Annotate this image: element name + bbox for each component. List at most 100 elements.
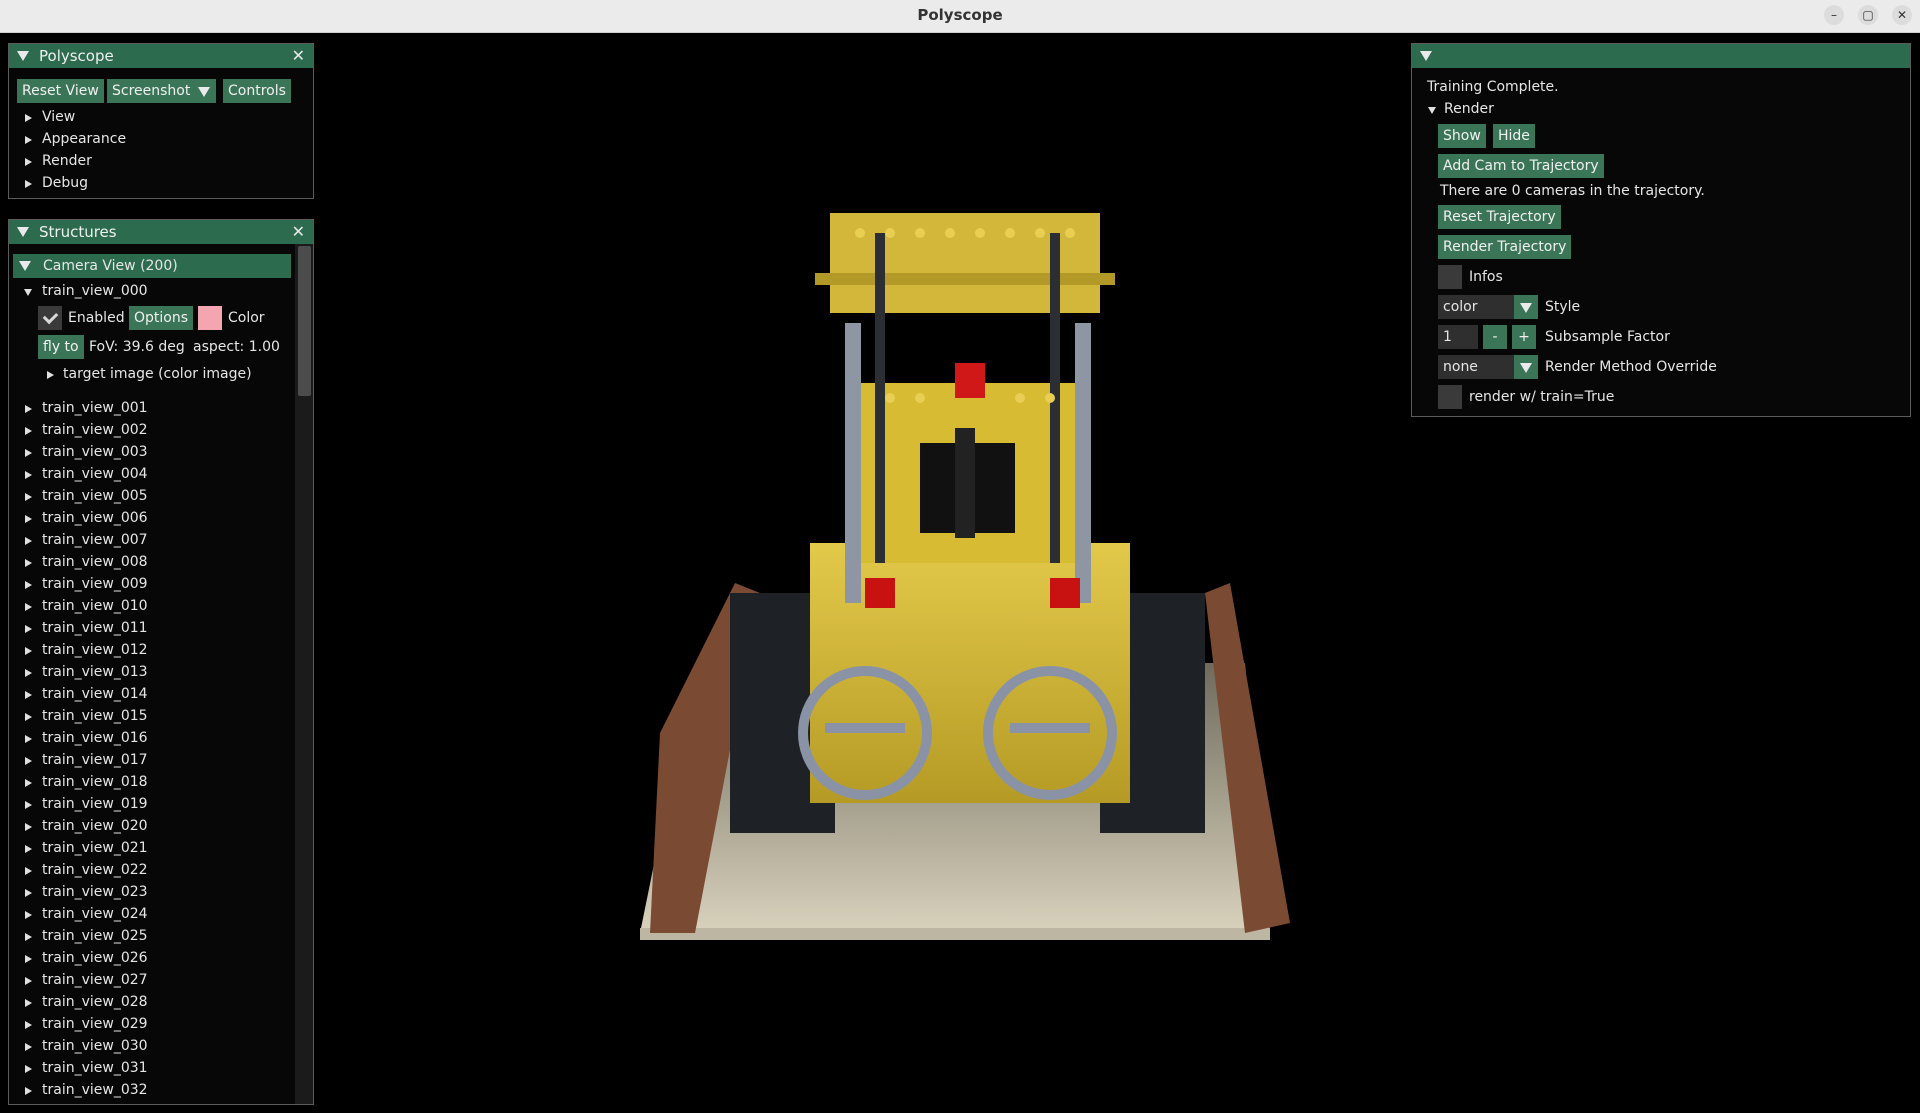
- list-item-label: train_view_027: [42, 972, 148, 988]
- list-item-label: train_view_025: [42, 928, 148, 944]
- list-item-label: train_view_032: [42, 1082, 148, 1098]
- list-item-label: train_view_016: [42, 730, 148, 746]
- list-item-label: train_view_003: [42, 444, 148, 460]
- infos-label: Infos: [1469, 269, 1503, 285]
- close-icon[interactable]: ✕: [292, 220, 305, 244]
- status-text: Training Complete.: [1427, 79, 1559, 95]
- infos-checkbox[interactable]: [1438, 265, 1462, 289]
- reset-view-button[interactable]: Reset View: [17, 79, 104, 103]
- list-item-label: train_view_031: [42, 1060, 148, 1076]
- render-trajectory-button[interactable]: Render Trajectory: [1438, 235, 1572, 259]
- checkmark-icon: [42, 308, 59, 325]
- screenshot-button[interactable]: Screenshot: [107, 79, 196, 103]
- expand-icon: [25, 427, 32, 435]
- expand-icon: [25, 1087, 32, 1095]
- expand-icon: [25, 735, 32, 743]
- list-item-label: train_view_011: [42, 620, 148, 636]
- expand-icon: [25, 581, 32, 589]
- expand-icon: [25, 933, 32, 941]
- collapse-icon[interactable]: [17, 51, 29, 61]
- close-window-icon[interactable]: ✕: [1892, 5, 1912, 25]
- expand-icon: [25, 493, 32, 501]
- training-panel-header[interactable]: [1412, 44, 1910, 68]
- expand-icon: [25, 889, 32, 897]
- structures-panel-header[interactable]: Structures ✕: [9, 220, 313, 244]
- list-item-label: train_view_004: [42, 466, 148, 482]
- list-item-label: train_view_013: [42, 664, 148, 680]
- structures-panel: Structures ✕ Camera View (200) train_vie…: [8, 219, 314, 1105]
- collapse-icon[interactable]: [17, 227, 29, 237]
- list-item-label: train_view_007: [42, 532, 148, 548]
- list-item-label: train_view_010: [42, 598, 148, 614]
- collapse-icon: [24, 289, 32, 296]
- expand-icon: [25, 136, 32, 144]
- list-item-label: train_view_008: [42, 554, 148, 570]
- list-item-label: train_view_023: [42, 884, 148, 900]
- increment-button[interactable]: +: [1512, 325, 1536, 349]
- list-item-label: train_view_018: [42, 774, 148, 790]
- expand-icon: [25, 449, 32, 457]
- expand-icon: [25, 757, 32, 765]
- list-item-label: train_view_019: [42, 796, 148, 812]
- hide-button[interactable]: Hide: [1493, 124, 1535, 148]
- add-cam-to-trajectory-button[interactable]: Add Cam to Trajectory: [1438, 154, 1604, 178]
- options-button[interactable]: Options: [129, 306, 194, 330]
- render-method-dropdown-button[interactable]: [1514, 355, 1538, 379]
- color-label: Color: [228, 310, 265, 326]
- chevron-down-icon: [1520, 303, 1532, 313]
- list-item-label: train_view_022: [42, 862, 148, 878]
- fly-to-button[interactable]: fly to: [38, 335, 84, 359]
- render-method-label: Render Method Override: [1545, 359, 1717, 375]
- expand-icon: [25, 845, 32, 853]
- close-icon[interactable]: ✕: [292, 44, 305, 68]
- window-title: Polyscope: [917, 6, 1003, 24]
- expand-icon: [25, 691, 32, 699]
- render-train-checkbox[interactable]: [1438, 385, 1462, 409]
- expand-icon: [25, 823, 32, 831]
- expand-icon: [25, 1065, 32, 1073]
- chevron-down-icon: [1520, 363, 1532, 373]
- expand-icon: [25, 999, 32, 1007]
- color-swatch[interactable]: [198, 306, 222, 330]
- list-item-label: train_view_021: [42, 840, 148, 856]
- render-method-select[interactable]: none: [1438, 355, 1518, 379]
- list-item-label: train_view_014: [42, 686, 148, 702]
- expand-icon: [25, 911, 32, 919]
- minimize-icon[interactable]: –: [1824, 5, 1844, 25]
- style-select[interactable]: color: [1438, 295, 1518, 319]
- subsample-input[interactable]: 1: [1438, 325, 1478, 349]
- lego-bulldozer-render: [640, 213, 1290, 940]
- expand-icon: [25, 955, 32, 963]
- list-item-label: train_view_029: [42, 1016, 148, 1032]
- style-dropdown-button[interactable]: [1514, 295, 1538, 319]
- decrement-button[interactable]: -: [1483, 325, 1507, 349]
- list-item-label: train_view_033: [42, 1104, 148, 1105]
- show-button[interactable]: Show: [1438, 124, 1486, 148]
- expand-icon: [25, 1021, 32, 1029]
- expand-icon: [25, 867, 32, 875]
- list-item-label: train_view_001: [42, 400, 148, 416]
- expand-icon: [25, 537, 32, 545]
- enabled-checkbox[interactable]: [38, 306, 62, 330]
- controls-button[interactable]: Controls: [223, 79, 291, 103]
- list-item-label: train_view_005: [42, 488, 148, 504]
- list-item-label: train_view_017: [42, 752, 148, 768]
- collapse-icon[interactable]: [1420, 51, 1432, 61]
- collapse-icon: [1428, 107, 1436, 114]
- expand-icon: [25, 114, 32, 122]
- scrollbar-thumb[interactable]: [298, 246, 311, 396]
- maximize-icon[interactable]: ▢: [1858, 5, 1878, 25]
- expand-icon: [25, 977, 32, 985]
- reset-trajectory-button[interactable]: Reset Trajectory: [1438, 205, 1561, 229]
- expand-icon: [25, 647, 32, 655]
- expand-icon: [25, 559, 32, 567]
- list-item-label: train_view_020: [42, 818, 148, 834]
- list-item-label: train_view_006: [42, 510, 148, 526]
- expand-icon: [25, 180, 32, 188]
- camera-view-group-header[interactable]: Camera View (200): [13, 254, 291, 278]
- polyscope-panel-header[interactable]: Polyscope ✕: [9, 44, 313, 68]
- expand-icon: [25, 801, 32, 809]
- style-label: Style: [1545, 299, 1581, 315]
- list-item-label: train_view_024: [42, 906, 148, 922]
- screenshot-options-button[interactable]: [192, 79, 216, 103]
